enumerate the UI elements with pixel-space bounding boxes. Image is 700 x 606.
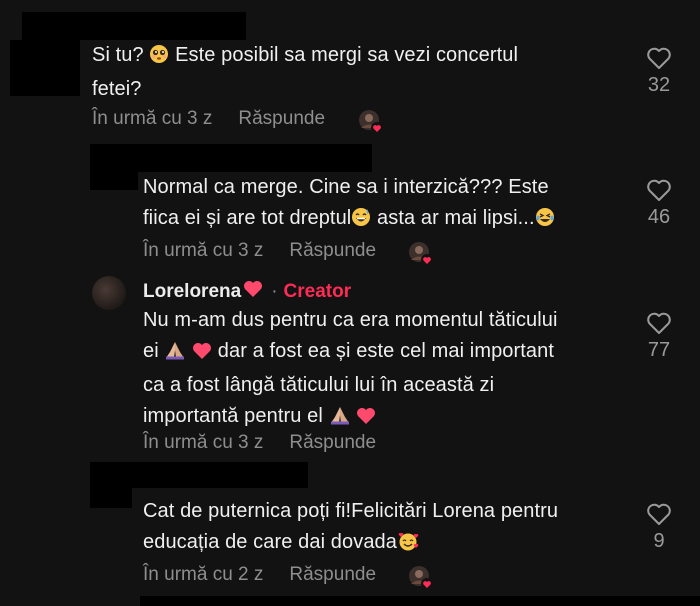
heart-outline-icon[interactable] bbox=[646, 178, 672, 202]
reply-button[interactable]: Răspunde bbox=[238, 108, 325, 130]
comment-text-part: ei bbox=[143, 340, 165, 362]
comment-meta: În urmă cu 3 z Răspunde bbox=[92, 108, 325, 130]
comment-meta: În urmă cu 3 z Răspunde bbox=[143, 240, 376, 262]
redacted-username bbox=[22, 12, 246, 40]
like-count: 46 bbox=[647, 206, 671, 228]
comment-text-part: fetei? bbox=[92, 78, 142, 100]
timestamp: În urmă cu 3 z bbox=[92, 108, 213, 129]
folded-hands-emoji-icon bbox=[164, 339, 186, 370]
heart-outline-icon[interactable] bbox=[646, 46, 672, 70]
heart-emoji-icon bbox=[243, 280, 263, 304]
creator-liked-icon bbox=[408, 565, 433, 590]
comment-text: Cat de puternica poți fi!Felicitări Lore… bbox=[143, 496, 558, 561]
avatar[interactable] bbox=[92, 276, 126, 310]
like-count: 9 bbox=[653, 530, 665, 552]
comment-text-part: Nu m-am dus pentru ca era momentul tătic… bbox=[143, 309, 558, 331]
comment-text: Nu m-am dus pentru ca era momentul tătic… bbox=[143, 305, 558, 435]
smiling-hearts-emoji-icon bbox=[397, 530, 419, 561]
comment-text-part: dar a fost ea și este cel mai important bbox=[212, 340, 555, 362]
heart-emoji-icon bbox=[356, 404, 376, 435]
comment-meta: În urmă cu 3 z Răspunde bbox=[143, 432, 376, 454]
comment-text-part: fiica ei și are tot dreptul bbox=[143, 207, 352, 229]
author-name[interactable]: Lorelorena bbox=[143, 281, 241, 303]
reply-button[interactable]: Răspunde bbox=[289, 240, 376, 262]
reply-button[interactable]: Răspunde bbox=[289, 564, 376, 586]
redacted-avatar bbox=[90, 486, 132, 508]
like-control[interactable]: 32 bbox=[639, 46, 679, 97]
like-count: 32 bbox=[647, 74, 671, 96]
heart-outline-icon[interactable] bbox=[646, 311, 672, 335]
redacted-avatar bbox=[90, 168, 138, 190]
redacted-avatar bbox=[10, 40, 80, 96]
like-control[interactable]: 9 bbox=[639, 502, 679, 553]
comment-text-part: importantă pentru el bbox=[143, 405, 329, 427]
comment-text-part: Este posibil sa mergi sa vezi concertul bbox=[169, 44, 518, 66]
redacted-next-comment bbox=[140, 596, 700, 606]
grinning-sweat-emoji-icon bbox=[351, 206, 371, 237]
timestamp: În urmă cu 3 z bbox=[143, 432, 264, 453]
creator-badge: Creator bbox=[283, 281, 352, 302]
separator-dot: · bbox=[271, 281, 278, 302]
comment-text-part: educația de care dai dovada bbox=[143, 531, 397, 553]
heart-emoji-icon bbox=[192, 339, 212, 370]
comment-text-part: Si tu? bbox=[92, 44, 150, 66]
comment-text: Normal ca merge. Cine sa i interzică??? … bbox=[143, 172, 555, 237]
pleading-face-emoji-icon bbox=[149, 43, 169, 74]
like-control[interactable]: 77 bbox=[639, 311, 679, 362]
reply-button[interactable]: Răspunde bbox=[289, 432, 376, 454]
folded-hands-emoji-icon bbox=[329, 404, 351, 435]
author-row: Lorelorena · Creator bbox=[143, 280, 351, 304]
comment-text-part: asta ar mai lipsi... bbox=[371, 207, 535, 229]
comment-text-part: Cat de puternica poți fi!Felicitări Lore… bbox=[143, 500, 559, 522]
creator-liked-icon bbox=[358, 109, 383, 134]
timestamp: În urmă cu 2 z bbox=[143, 564, 264, 585]
comment-text: Si tu? Este posibil sa mergi sa vezi con… bbox=[92, 40, 518, 105]
comment-text-part: ca a fost lângă tăticului lui în această… bbox=[143, 374, 495, 396]
like-count: 77 bbox=[647, 339, 671, 361]
like-control[interactable]: 46 bbox=[639, 178, 679, 229]
heart-outline-icon[interactable] bbox=[646, 502, 672, 526]
creator-liked-icon bbox=[408, 241, 433, 266]
redacted-username bbox=[90, 462, 308, 488]
timestamp: În urmă cu 3 z bbox=[143, 240, 264, 261]
laughing-tears-emoji-icon bbox=[535, 206, 555, 237]
comment-text-part: Normal ca merge. Cine sa i interzică??? … bbox=[143, 176, 549, 198]
comment-meta: În urmă cu 2 z Răspunde bbox=[143, 564, 376, 586]
